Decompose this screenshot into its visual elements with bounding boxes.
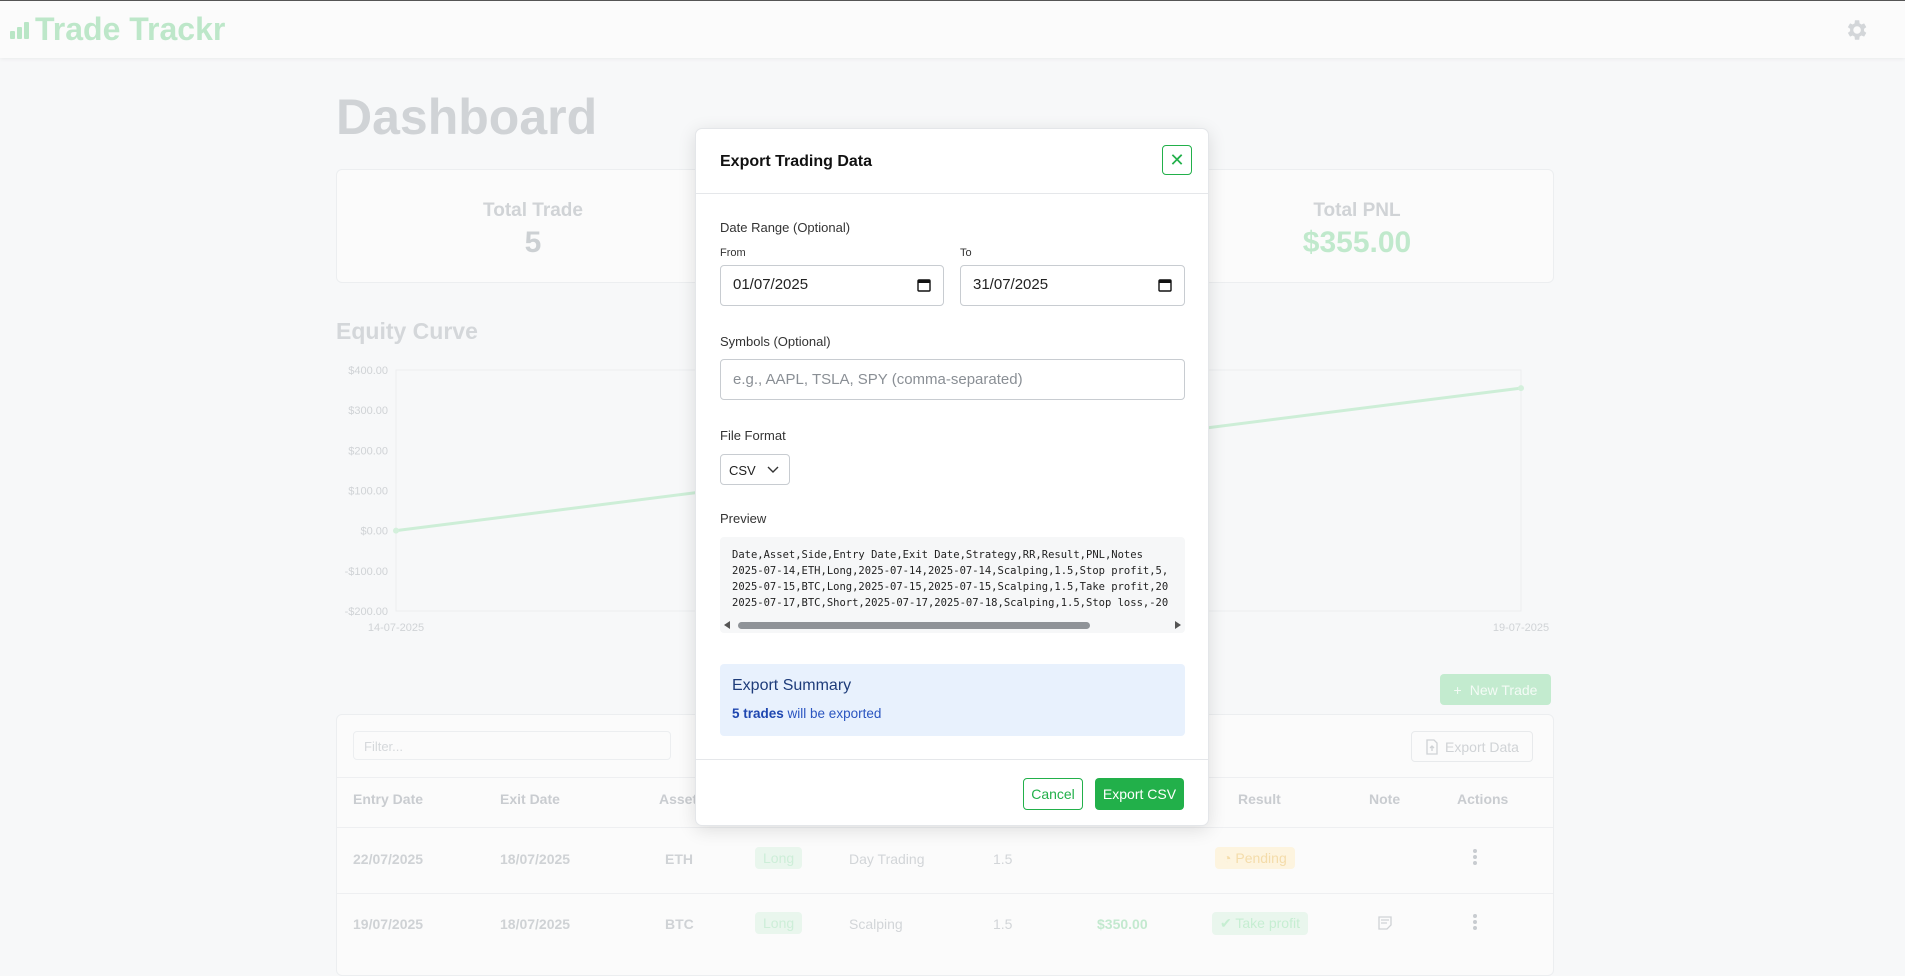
summary-count: 5 trades (732, 706, 784, 721)
scroll-left-icon[interactable] (724, 621, 730, 629)
file-format-label: File Format (720, 428, 786, 443)
symbols-placeholder: e.g., AAPL, TSLA, SPY (comma-separated) (733, 371, 1023, 388)
to-date-value: 31/07/2025 (973, 276, 1049, 293)
from-date-value: 01/07/2025 (733, 276, 809, 293)
to-date-input[interactable]: 31/07/2025 (960, 265, 1185, 306)
preview-line: Date,Asset,Side,Entry Date,Exit Date,Str… (732, 549, 1143, 561)
from-date-input[interactable]: 01/07/2025 (720, 265, 944, 306)
symbols-label: Symbols (Optional) (720, 334, 831, 349)
scroll-right-icon[interactable] (1175, 621, 1181, 629)
calendar-icon[interactable] (917, 278, 931, 292)
summary-suffix: will be exported (787, 706, 882, 721)
horizontal-scrollbar[interactable] (720, 619, 1185, 631)
close-button[interactable]: ✕ (1162, 145, 1192, 175)
csv-preview[interactable]: Date,Asset,Side,Entry Date,Exit Date,Str… (720, 537, 1185, 633)
preview-line: 2025-07-14,ETH,Long,2025-07-14,2025-07-1… (732, 565, 1169, 577)
file-format-value: CSV (729, 463, 756, 478)
cancel-button[interactable]: Cancel (1023, 778, 1083, 810)
date-range-label: Date Range (Optional) (720, 220, 851, 235)
summary-text: 5 trades will be exported (732, 706, 881, 721)
preview-label: Preview (720, 511, 767, 526)
preview-line: 2025-07-17,BTC,Short,2025-07-17,2025-07-… (732, 597, 1169, 609)
export-csv-button[interactable]: Export CSV (1095, 778, 1184, 810)
preview-line: 2025-07-15,BTC,Long,2025-07-15,2025-07-1… (732, 581, 1169, 593)
scroll-thumb[interactable] (738, 622, 1090, 629)
from-label: From (720, 247, 746, 259)
modal-header: Export Trading Data ✕ (696, 129, 1208, 194)
calendar-icon[interactable] (1158, 278, 1172, 292)
close-icon: ✕ (1169, 149, 1185, 170)
modal-title: Export Trading Data (720, 153, 873, 170)
chevron-down-icon (767, 466, 779, 473)
summary-title: Export Summary (732, 677, 852, 694)
to-label: To (960, 247, 972, 259)
export-modal: Export Trading Data ✕ Date Range (Option… (695, 128, 1209, 826)
export-summary: Export Summary 5 trades will be exported (720, 664, 1185, 736)
file-format-select[interactable]: CSV (720, 454, 790, 485)
symbols-input[interactable]: e.g., AAPL, TSLA, SPY (comma-separated) (720, 359, 1185, 400)
modal-footer-divider (696, 759, 1208, 760)
